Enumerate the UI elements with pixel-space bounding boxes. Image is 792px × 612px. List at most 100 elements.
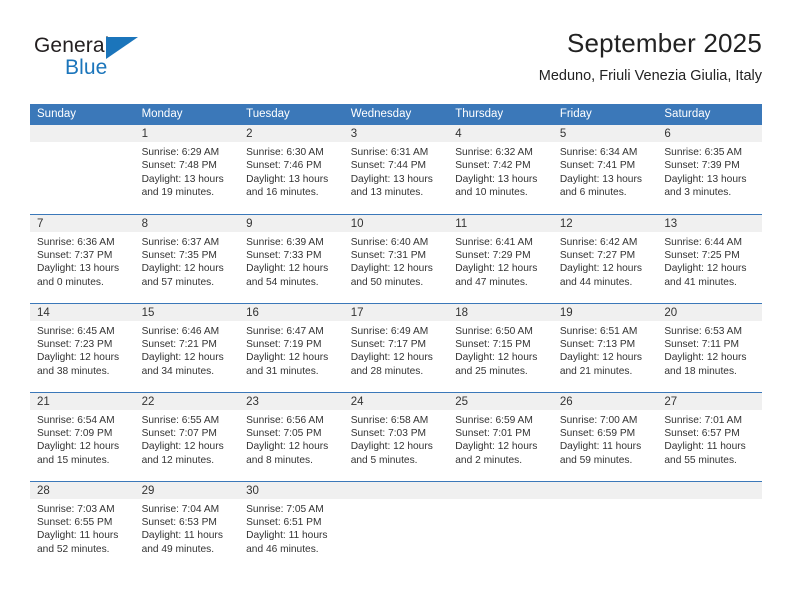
daylight-text-line2: and 41 minutes. bbox=[664, 276, 737, 288]
sunrise-text: Sunrise: 6:35 AM bbox=[664, 147, 742, 158]
sunset-text: Sunset: 6:59 PM bbox=[559, 427, 636, 439]
day-cell[interactable]: 7 Sunrise: 6:36 AM Sunset: 7:37 PM Daylight… bbox=[30, 214, 135, 303]
daylight-text-line1: Daylight: 13 hours bbox=[350, 173, 433, 185]
day-cell[interactable]: 8 Sunrise: 6:37 AM Sunset: 7:35 PM Daylight… bbox=[134, 214, 240, 303]
daylight-text-line2: and 52 minutes. bbox=[37, 543, 110, 555]
day-cell[interactable]: 15 Sunrise: 6:46 AM Sunset: 7:21 PM Dayligh… bbox=[134, 303, 240, 392]
daylight-text-line2: and 19 minutes. bbox=[141, 187, 215, 199]
calendar-cell: 23 Sunrise: 6:56 AM Sunset: 7:05 PM Dayligh… bbox=[239, 391, 344, 481]
daylight-text-line2: and 28 minutes. bbox=[350, 365, 424, 377]
daylight-text-line1: Daylight: 13 hours bbox=[455, 173, 538, 185]
day-number: 6 bbox=[657, 125, 762, 142]
calendar-cell: 19 Sunrise: 6:51 AM Sunset: 7:13 PM Dayligh… bbox=[552, 302, 658, 392]
day-cell[interactable]: 30 Sunrise: 7:05 AM Sunset: 6:51 PM Dayligh… bbox=[239, 481, 344, 570]
sunrise-text: Sunrise: 6:45 AM bbox=[37, 325, 115, 337]
day-cell[interactable]: 5 Sunrise: 6:34 AM Sunset: 7:41 PM Daylight… bbox=[552, 125, 658, 213]
day-number: 15 bbox=[134, 303, 240, 321]
daylight-text-line2: and 59 minutes. bbox=[559, 454, 633, 466]
blue-triangle-flag-icon bbox=[106, 37, 138, 59]
calendar-cell: 8 Sunrise: 6:37 AM Sunset: 7:35 PM Daylight… bbox=[134, 213, 240, 303]
calendar-cell: 10 Sunrise: 6:40 AM Sunset: 7:31 PM Dayligh… bbox=[343, 213, 449, 303]
daylight-text-line2: and 49 minutes. bbox=[141, 543, 215, 555]
daylight-text-line2: and 50 minutes. bbox=[350, 276, 424, 288]
daylight-text-line1: Daylight: 12 hours bbox=[141, 441, 224, 453]
day-cell[interactable]: 28 Sunrise: 7:03 AM Sunset: 6:55 PM Dayligh… bbox=[30, 481, 135, 570]
day-cell[interactable]: 4 Sunrise: 6:32 AM Sunset: 7:42 PM Daylight… bbox=[448, 125, 553, 213]
daylight-text-line1: Daylight: 13 hours bbox=[664, 173, 747, 185]
day-cell[interactable]: 20 Sunrise: 6:53 AM Sunset: 7:11 PM Dayligh… bbox=[657, 303, 762, 392]
day-cell-body: Sunrise: 6:30 AM Sunset: 7:46 PM Daylight:… bbox=[239, 142, 344, 200]
title-block: September 2025 Meduno, Friuli Venezia Gi… bbox=[539, 26, 762, 87]
sunset-text: Sunset: 7:07 PM bbox=[141, 427, 217, 439]
day-cell[interactable]: 12 Sunrise: 6:42 AM Sunset: 7:27 PM Dayligh… bbox=[552, 214, 658, 303]
day-number: 2 bbox=[239, 125, 344, 142]
day-number-band bbox=[657, 481, 762, 499]
day-cell-body: Sunrise: 6:40 AM Sunset: 7:31 PM Daylight:… bbox=[344, 232, 449, 290]
day-cell[interactable]: 9 Sunrise: 6:39 AM Sunset: 7:33 PM Daylight… bbox=[239, 214, 344, 303]
sunrise-text: Sunrise: 7:01 AM bbox=[664, 414, 742, 426]
day-number: 28 bbox=[30, 481, 135, 499]
daylight-text-line2: and 5 minutes. bbox=[350, 454, 418, 466]
sunrise-text: Sunrise: 6:30 AM bbox=[246, 147, 324, 158]
day-cell-body: Sunrise: 6:37 AM Sunset: 7:35 PM Daylight:… bbox=[135, 232, 240, 290]
calendar-cell: 9 Sunrise: 6:39 AM Sunset: 7:33 PM Daylight… bbox=[239, 213, 344, 303]
day-cell-body: Sunrise: 6:41 AM Sunset: 7:29 PM Daylight:… bbox=[448, 232, 553, 290]
sunrise-text: Sunrise: 6:42 AM bbox=[559, 236, 638, 248]
day-cell[interactable]: 21 Sunrise: 6:54 AM Sunset: 7:09 PM Dayligh… bbox=[30, 392, 135, 481]
day-cell-body: Sunrise: 6:55 AM Sunset: 7:07 PM Daylight:… bbox=[135, 410, 240, 468]
day-number: 13 bbox=[657, 214, 762, 232]
logo-text-general: General bbox=[34, 34, 110, 57]
day-cell-empty bbox=[30, 125, 135, 213]
day-number-band bbox=[552, 481, 658, 499]
day-cell[interactable]: 27 Sunrise: 7:01 AM Sunset: 6:57 PM Dayligh… bbox=[657, 392, 762, 481]
calendar-cell: 12 Sunrise: 6:42 AM Sunset: 7:27 PM Dayligh… bbox=[552, 213, 658, 303]
day-cell-empty bbox=[552, 481, 658, 570]
daylight-text-line2: and 47 minutes. bbox=[455, 276, 528, 288]
day-cell[interactable]: 19 Sunrise: 6:51 AM Sunset: 7:13 PM Dayligh… bbox=[552, 303, 658, 392]
daylight-text-line1: Daylight: 12 hours bbox=[246, 441, 329, 453]
day-cell[interactable]: 2 Sunrise: 6:30 AM Sunset: 7:46 PM Daylight… bbox=[239, 125, 344, 213]
sunrise-text: Sunrise: 7:05 AM bbox=[246, 503, 324, 515]
sunset-text: Sunset: 7:21 PM bbox=[141, 338, 217, 350]
sunrise-text: Sunrise: 6:29 AM bbox=[141, 147, 220, 158]
day-cell[interactable]: 22 Sunrise: 6:55 AM Sunset: 7:07 PM Dayligh… bbox=[134, 392, 240, 481]
day-cell[interactable]: 25 Sunrise: 6:59 AM Sunset: 7:01 PM Dayligh… bbox=[448, 392, 553, 481]
daylight-text-line1: Daylight: 12 hours bbox=[37, 441, 120, 453]
sunset-text: Sunset: 6:55 PM bbox=[37, 516, 113, 528]
day-cell[interactable]: 1 Sunrise: 6:29 AM Sunset: 7:48 PM Daylight… bbox=[134, 125, 240, 213]
day-cell[interactable]: 29 Sunrise: 7:04 AM Sunset: 6:53 PM Dayligh… bbox=[134, 481, 240, 570]
sunrise-text: Sunrise: 6:55 AM bbox=[141, 414, 220, 426]
day-number: 11 bbox=[448, 214, 553, 232]
daylight-text-line2: and 34 minutes. bbox=[141, 365, 215, 377]
day-cell[interactable]: 18 Sunrise: 6:50 AM Sunset: 7:15 PM Dayligh… bbox=[448, 303, 553, 392]
day-cell[interactable]: 16 Sunrise: 6:47 AM Sunset: 7:19 PM Dayligh… bbox=[239, 303, 344, 392]
daylight-text-line1: Daylight: 12 hours bbox=[350, 441, 433, 453]
day-number: 26 bbox=[552, 392, 658, 410]
day-cell[interactable]: 11 Sunrise: 6:41 AM Sunset: 7:29 PM Dayligh… bbox=[448, 214, 553, 303]
general-blue-logo[interactable]: General Blue bbox=[34, 34, 174, 92]
day-cell-body: Sunrise: 6:46 AM Sunset: 7:21 PM Daylight:… bbox=[135, 321, 240, 379]
day-cell[interactable]: 26 Sunrise: 7:00 AM Sunset: 6:59 PM Dayligh… bbox=[552, 392, 658, 481]
day-cell-body: Sunrise: 6:59 AM Sunset: 7:01 PM Daylight:… bbox=[448, 410, 553, 468]
day-cell-body bbox=[657, 499, 762, 503]
day-cell[interactable]: 17 Sunrise: 6:49 AM Sunset: 7:17 PM Dayligh… bbox=[343, 303, 449, 392]
day-number: 23 bbox=[239, 392, 344, 410]
day-cell[interactable]: 23 Sunrise: 6:56 AM Sunset: 7:05 PM Dayligh… bbox=[239, 392, 344, 481]
day-cell[interactable]: 14 Sunrise: 6:45 AM Sunset: 7:23 PM Dayligh… bbox=[30, 303, 135, 392]
calendar-cell: 28 Sunrise: 7:03 AM Sunset: 6:55 PM Dayligh… bbox=[30, 480, 135, 570]
daylight-text-line1: Daylight: 11 hours bbox=[141, 530, 223, 542]
sunrise-text: Sunrise: 6:54 AM bbox=[37, 414, 115, 426]
day-cell[interactable]: 24 Sunrise: 6:58 AM Sunset: 7:03 PM Dayligh… bbox=[343, 392, 449, 481]
sunset-text: Sunset: 7:15 PM bbox=[455, 338, 531, 350]
calendar-cell: 21 Sunrise: 6:54 AM Sunset: 7:09 PM Dayligh… bbox=[30, 391, 135, 481]
day-cell[interactable]: 10 Sunrise: 6:40 AM Sunset: 7:31 PM Dayligh… bbox=[343, 214, 449, 303]
daylight-text-line1: Daylight: 12 hours bbox=[455, 441, 538, 453]
weekday-header-monday: Monday bbox=[134, 104, 240, 125]
calendar-cell: 22 Sunrise: 6:55 AM Sunset: 7:07 PM Dayligh… bbox=[134, 391, 240, 481]
calendar-cell: 24 Sunrise: 6:58 AM Sunset: 7:03 PM Dayligh… bbox=[343, 391, 449, 481]
day-cell[interactable]: 3 Sunrise: 6:31 AM Sunset: 7:44 PM Daylight… bbox=[343, 125, 449, 213]
calendar-cell: 6 Sunrise: 6:35 AM Sunset: 7:39 PM Daylight… bbox=[657, 125, 762, 214]
day-cell[interactable]: 13 Sunrise: 6:44 AM Sunset: 7:25 PM Dayligh… bbox=[657, 214, 762, 303]
calendar-cell: 5 Sunrise: 6:34 AM Sunset: 7:41 PM Daylight… bbox=[552, 125, 658, 214]
day-cell[interactable]: 6 Sunrise: 6:35 AM Sunset: 7:39 PM Daylight… bbox=[657, 125, 762, 213]
